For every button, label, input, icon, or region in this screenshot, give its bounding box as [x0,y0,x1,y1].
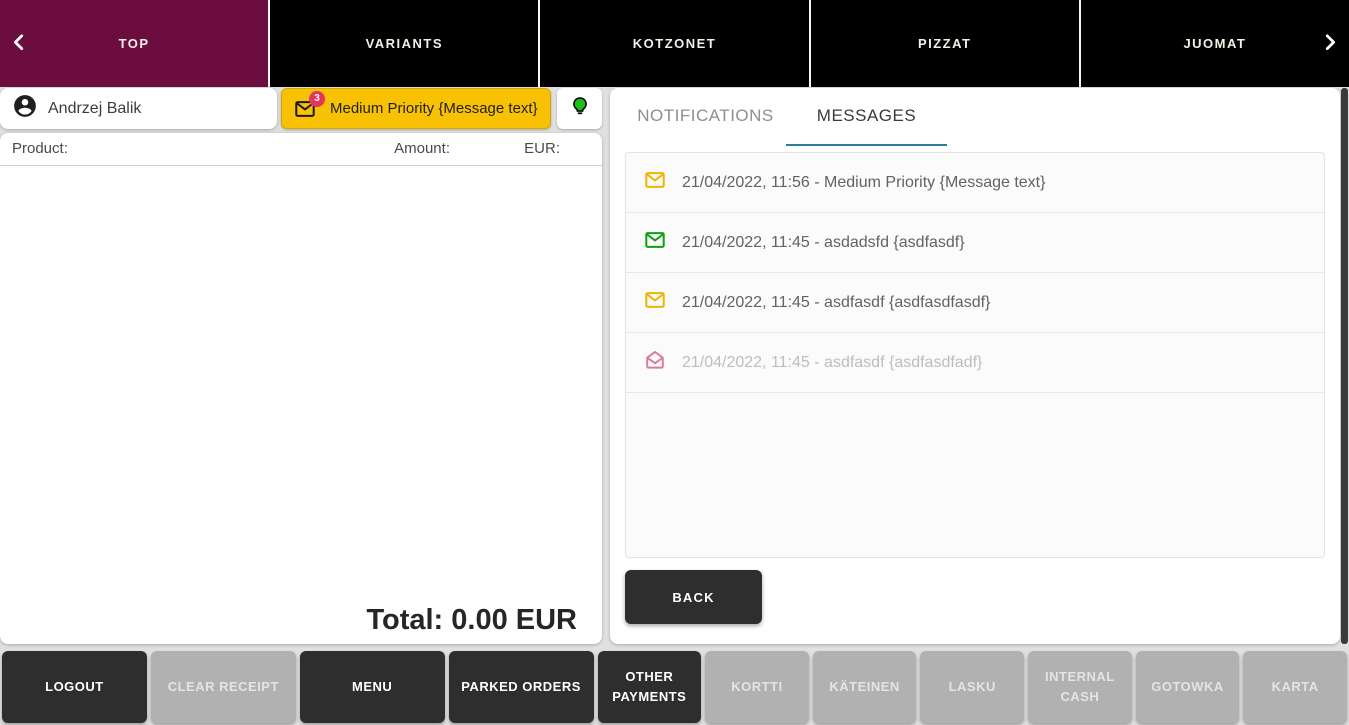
category-tab-label: VARIANTS [366,36,443,51]
parked-orders-button[interactable]: PARKED ORDERS [449,651,594,723]
amount-column-header: Amount: [394,140,450,157]
category-tab-kotzonet[interactable]: KOTZONET [540,0,808,87]
message-text: 21/04/2022, 11:45 - asdfasdf {asdfasdfas… [682,294,990,312]
back-button[interactable]: BACK [625,570,762,624]
notifications-messages-panel: NOTIFICATIONSMESSAGES 21/04/2022, 11:56 … [610,88,1340,644]
eur-column-header: EUR: [524,140,560,157]
category-tab-variants[interactable]: VARIANTS [270,0,538,87]
menu-button[interactable]: MENU [300,651,445,723]
other-payments-button[interactable]: OTHER PAYMENTS [598,651,702,723]
vertical-scrollbar[interactable] [1341,88,1348,644]
message-row[interactable]: 21/04/2022, 11:56 - Medium Priority {Mes… [626,153,1324,213]
bottom-action-bar: LOGOUTCLEAR RECEIPTMENUPARKED ORDERSOTHE… [0,648,1349,725]
category-tab-pizzat[interactable]: PIZZAT [811,0,1079,87]
envelope-closed-icon [644,169,666,196]
message-list: 21/04/2022, 11:56 - Medium Priority {Mes… [625,152,1325,558]
category-tab-label: KOTZONET [633,36,717,51]
envelope-open-icon [644,349,666,376]
panel-tab-bar: NOTIFICATIONSMESSAGES [610,88,1340,146]
user-name: Andrzej Balik [48,100,141,118]
message-text: 21/04/2022, 11:45 - asdadsfd {asdfasdf} [682,234,965,252]
unread-count-badge: 3 [309,91,325,107]
tab-messages[interactable]: MESSAGES [786,88,947,146]
lightbulb-icon [568,95,592,122]
message-row[interactable]: 21/04/2022, 11:45 - asdfasdf {asdfasdfas… [626,273,1324,333]
category-tab-label: PIZZAT [918,36,972,51]
message-text: 21/04/2022, 11:45 - asdfasdf {asdfasdfad… [682,354,982,372]
scroll-tabs-right-icon[interactable] [1319,31,1341,53]
category-tab-bar: TOP VARIANTS KOTZONET PIZZAT JUOMAT [0,0,1349,87]
internal-cash-button[interactable]: INTERNAL CASH [1028,651,1132,723]
tab-notifications[interactable]: NOTIFICATIONS [625,88,786,146]
lightbulb-button[interactable] [557,88,602,129]
priority-message-label: Medium Priority {Message text} [330,100,538,117]
logout-button[interactable]: LOGOUT [2,651,147,723]
category-tab-label: TOP [119,36,150,51]
scroll-tabs-left-icon[interactable] [8,31,30,53]
receipt-column-headers: Product: Amount: EUR: [0,133,602,166]
receipt-panel: Product: Amount: EUR: Total: 0.00 EUR [0,133,602,644]
message-row[interactable]: 21/04/2022, 11:45 - asdfasdf {asdfasdfad… [626,333,1324,393]
priority-message-button[interactable]: 3 Medium Priority {Message text} [281,88,551,129]
karta-button[interactable]: KARTA [1243,651,1347,723]
message-text: 21/04/2022, 11:56 - Medium Priority {Mes… [682,174,1045,192]
envelope-closed-icon [644,229,666,256]
message-row[interactable]: 21/04/2022, 11:45 - asdadsfd {asdfasdf} [626,213,1324,273]
gotowka-button[interactable]: GOTOWKA [1136,651,1240,723]
lasku-button[interactable]: LASKU [920,651,1024,723]
envelope-closed-icon [644,289,666,316]
receipt-total: Total: 0.00 EUR [366,604,577,637]
logged-in-user-card[interactable]: Andrzej Balik [0,88,277,129]
category-tab-juomat[interactable]: JUOMAT [1081,0,1349,87]
kortti-button[interactable]: KORTTI [705,651,809,723]
clear-receipt-button[interactable]: CLEAR RECEIPT [151,651,296,723]
category-tab-top[interactable]: TOP [0,0,268,87]
category-tab-label: JUOMAT [1183,36,1246,51]
envelope-closed-icon: 3 [294,98,316,120]
account-icon [12,93,38,124]
product-column-header: Product: [12,140,68,157]
kateinen-button[interactable]: KÄTEINEN [813,651,917,723]
